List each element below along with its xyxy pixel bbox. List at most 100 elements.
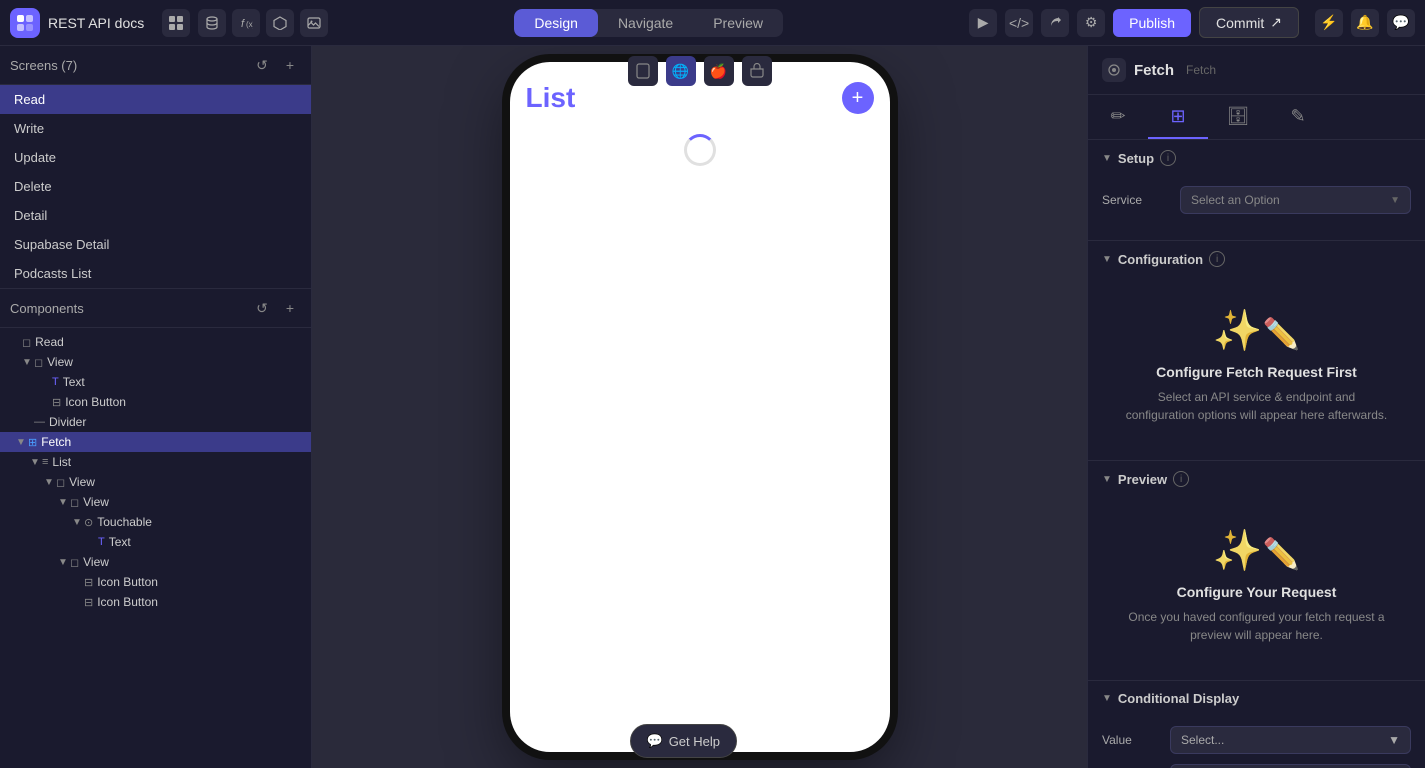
settings-icon[interactable]: ⚙ <box>1077 9 1105 37</box>
tree-iconbtn2-icon: ⊟ <box>84 576 93 589</box>
setup-section: ▼ Setup i Service Select an Option ▼ <box>1088 140 1425 241</box>
svg-text:f: f <box>241 18 245 30</box>
device-content: List + <box>510 62 890 752</box>
list-add-button[interactable]: + <box>842 82 874 114</box>
config-section-header[interactable]: ▼ Configuration i <box>1088 241 1425 277</box>
cond-value-select[interactable]: Select... ▼ <box>1170 726 1411 754</box>
right-panel: Fetch Fetch ✏ ⊞ 🗄 ✎ ▼ Setup i Service Se… <box>1087 46 1425 768</box>
share-icon[interactable] <box>1041 9 1069 37</box>
cond-value-placeholder: Select... <box>1181 733 1224 747</box>
tree-iconbtn1-icon: ⊟ <box>52 396 61 409</box>
screen-item-delete[interactable]: Delete <box>0 172 311 201</box>
component-icon[interactable] <box>266 9 294 37</box>
tree-iconbtn2-label: Icon Button <box>97 575 158 589</box>
service-select-arrow: ▼ <box>1390 195 1400 206</box>
conditional-title: Conditional Display <box>1118 691 1239 706</box>
tree-item-text-1[interactable]: T Text <box>0 372 311 392</box>
tree-view4-icon: ◻ <box>70 556 79 569</box>
screen-item-supabase-detail[interactable]: Supabase Detail <box>0 230 311 259</box>
topbar-tools: f(x) <box>198 9 328 37</box>
tree-item-list[interactable]: ▼ ≡ List <box>0 452 311 472</box>
android-icon[interactable] <box>742 56 772 86</box>
cond-operator-select[interactable]: Exists (is Truthy) ▼ <box>1170 764 1411 768</box>
screen-item-write[interactable]: Write <box>0 114 311 143</box>
tree-view1-label: View <box>47 355 73 369</box>
tree-toggle: ▼ <box>56 557 70 568</box>
setup-info-icon[interactable]: i <box>1160 150 1176 166</box>
tree-divider-icon: — <box>34 416 45 428</box>
screens-add-icon[interactable]: + <box>279 54 301 76</box>
setup-section-header[interactable]: ▼ Setup i <box>1088 140 1425 176</box>
tree-item-view-3[interactable]: ▼ ◻ View <box>0 492 311 512</box>
nav-navigate[interactable]: Navigate <box>598 9 693 37</box>
tree-item-fetch[interactable]: ▼ ⊞ Fetch <box>0 432 311 452</box>
device-frame: List + <box>510 62 890 752</box>
app-name: REST API docs <box>48 15 144 31</box>
config-info-icon[interactable]: i <box>1209 251 1225 267</box>
messages-icon[interactable]: 💬 <box>1387 9 1415 37</box>
tree-item-read[interactable]: ◻ Read <box>0 332 311 352</box>
tree-toggle: ▼ <box>70 517 84 528</box>
publish-button[interactable]: Publish <box>1113 9 1191 37</box>
screen-item-update[interactable]: Update <box>0 143 311 172</box>
image-icon[interactable] <box>300 9 328 37</box>
preview-section-header[interactable]: ▼ Preview i <box>1088 461 1425 497</box>
play-icon[interactable]: ▶ <box>969 9 997 37</box>
lightning-icon[interactable]: ⚡ <box>1315 9 1343 37</box>
apple-icon[interactable]: 🍎 <box>704 56 734 86</box>
commit-icon: ↗ <box>1270 14 1282 31</box>
get-help-label: Get Help <box>669 734 720 749</box>
commit-button[interactable]: Commit ↗ <box>1199 7 1299 38</box>
tree-item-divider[interactable]: — Divider <box>0 412 311 432</box>
tablet-icon[interactable] <box>628 56 658 86</box>
globe-icon[interactable]: 🌐 <box>666 56 696 86</box>
tree-item-view-1[interactable]: ▼ ◻ View <box>0 352 311 372</box>
tree-touchable-icon: ⊙ <box>84 516 93 529</box>
database-icon[interactable] <box>198 9 226 37</box>
tree-iconbtn1-label: Icon Button <box>65 395 126 409</box>
screen-item-podcasts-list[interactable]: Podcasts List <box>0 259 311 288</box>
tree-item-iconbtn-1[interactable]: ⊟ Icon Button <box>0 392 311 412</box>
config-empty-icon: ✨✏️ <box>1213 307 1300 354</box>
get-help-button[interactable]: 💬 Get Help <box>630 724 738 758</box>
tree-item-view-4[interactable]: ▼ ◻ View <box>0 552 311 572</box>
screen-item-read[interactable]: Read <box>0 85 311 114</box>
tree-list-icon: ≡ <box>42 456 48 468</box>
screen-item-detail[interactable]: Detail <box>0 201 311 230</box>
setup-section-content: Service Select an Option ▼ <box>1088 176 1425 240</box>
tree-item-iconbtn-3[interactable]: ⊟ Icon Button <box>0 592 311 612</box>
configuration-section: ▼ Configuration i ✨✏️ Configure Fetch Re… <box>1088 241 1425 461</box>
get-help-icon: 💬 <box>647 733 663 749</box>
nav-preview[interactable]: Preview <box>693 9 783 37</box>
tree-item-iconbtn-2[interactable]: ⊟ Icon Button <box>0 572 311 592</box>
tree-item-text-2[interactable]: T Text <box>0 532 311 552</box>
app-switcher-icon[interactable] <box>162 9 190 37</box>
canvas: 🌐 🍎 List + ⌨ 💬 Get Help <box>312 46 1087 768</box>
tree-text2-label: Text <box>109 535 131 549</box>
screens-history-icon[interactable]: ↺ <box>251 54 273 76</box>
preview-empty-icon: ✨✏️ <box>1213 527 1300 574</box>
tab-storage[interactable]: 🗄 <box>1208 95 1268 139</box>
tree-item-view-2[interactable]: ▼ ◻ View <box>0 472 311 492</box>
cond-value-label: Value <box>1102 733 1162 747</box>
bell-icon[interactable]: 🔔 <box>1351 9 1379 37</box>
tree-view2-icon: ◻ <box>56 476 65 489</box>
spinner-animation <box>684 134 716 166</box>
service-row: Service Select an Option ▼ <box>1102 186 1411 214</box>
tab-edit[interactable]: ✎ <box>1268 95 1328 139</box>
tree-item-touchable[interactable]: ▼ ⊙ Touchable <box>0 512 311 532</box>
code-icon[interactable]: </> <box>1005 9 1033 37</box>
components-add-icon[interactable]: + <box>279 297 301 319</box>
nav-design[interactable]: Design <box>514 9 598 37</box>
tab-data[interactable]: ⊞ <box>1148 95 1208 139</box>
service-select[interactable]: Select an Option ▼ <box>1180 186 1411 214</box>
components-history-icon[interactable]: ↺ <box>251 297 273 319</box>
components-header: Components ↺ + <box>0 289 311 328</box>
screens-header-icons: ↺ + <box>251 54 301 76</box>
function-icon[interactable]: f(x) <box>232 9 260 37</box>
conditional-section-header[interactable]: ▼ Conditional Display <box>1088 681 1425 716</box>
preview-info-icon[interactable]: i <box>1173 471 1189 487</box>
config-chevron: ▼ <box>1102 254 1112 265</box>
tree-text1-icon: T <box>52 376 59 388</box>
tab-style[interactable]: ✏ <box>1088 95 1148 139</box>
